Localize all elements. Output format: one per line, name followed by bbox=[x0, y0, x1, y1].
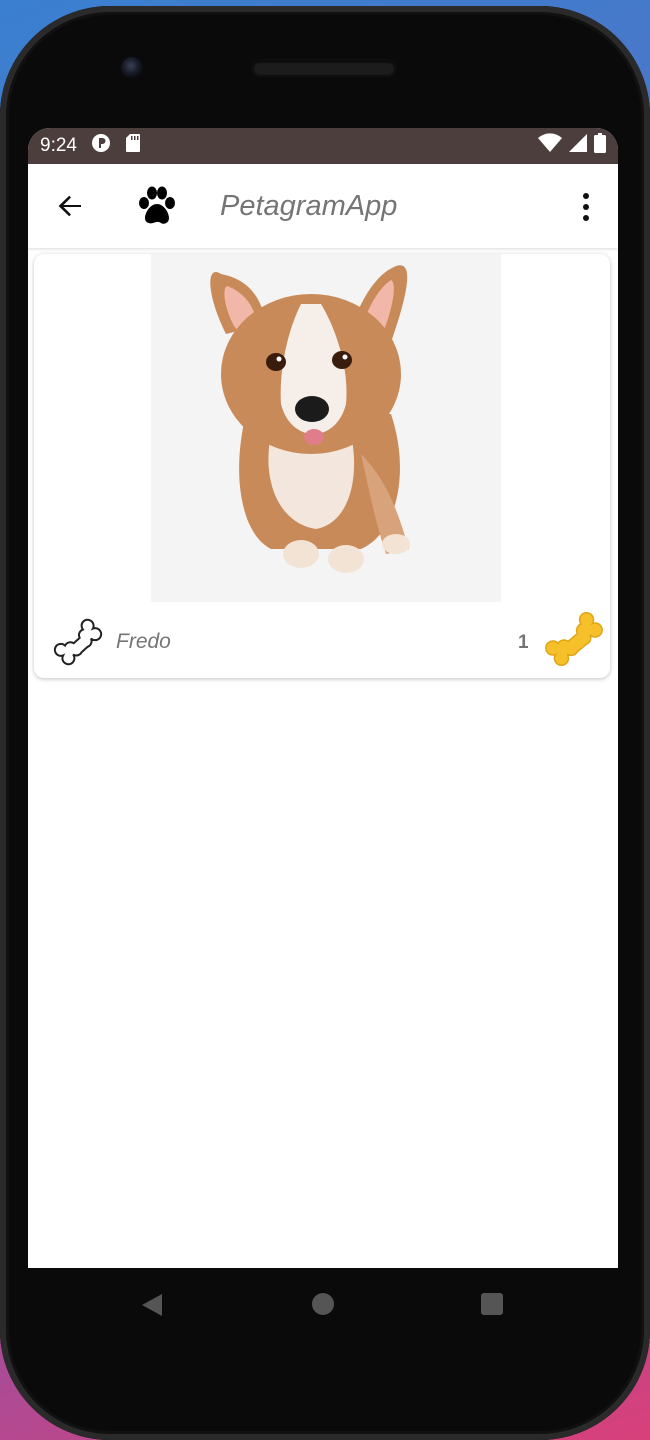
wifi-icon bbox=[538, 133, 562, 159]
nav-back-icon[interactable] bbox=[140, 1292, 164, 1318]
pet-card[interactable]: Fredo 1 bbox=[34, 254, 610, 678]
paw-icon bbox=[136, 186, 178, 226]
bone-outline-icon[interactable] bbox=[50, 616, 106, 668]
back-arrow-icon[interactable] bbox=[54, 190, 86, 222]
status-time: 9:24 bbox=[40, 135, 77, 156]
status-right bbox=[538, 133, 606, 159]
app-title: PetagramApp bbox=[220, 190, 398, 222]
like-count: 1 bbox=[518, 632, 529, 653]
pet-photo bbox=[151, 254, 501, 602]
signal-icon bbox=[568, 133, 588, 159]
nav-recents-icon[interactable] bbox=[481, 1293, 503, 1315]
earpiece-speaker bbox=[253, 61, 395, 75]
app-bar: PetagramApp bbox=[28, 164, 618, 248]
phone-frame: 9:24 PetagramApp Fredo 1 bbox=[0, 6, 650, 1440]
status-bar: 9:24 bbox=[28, 128, 618, 164]
battery-icon bbox=[594, 133, 606, 159]
sd-card-icon bbox=[125, 133, 141, 159]
screen: 9:24 PetagramApp Fredo 1 bbox=[28, 128, 618, 1268]
front-camera bbox=[121, 57, 143, 79]
system-nav-bar bbox=[28, 1268, 618, 1340]
p-circle-icon bbox=[91, 133, 111, 159]
nav-home-icon[interactable] bbox=[312, 1293, 334, 1315]
status-left: 9:24 bbox=[40, 133, 141, 159]
bone-gold-icon bbox=[542, 608, 606, 670]
overflow-menu-icon[interactable] bbox=[574, 190, 598, 224]
pet-name: Fredo bbox=[116, 630, 171, 653]
